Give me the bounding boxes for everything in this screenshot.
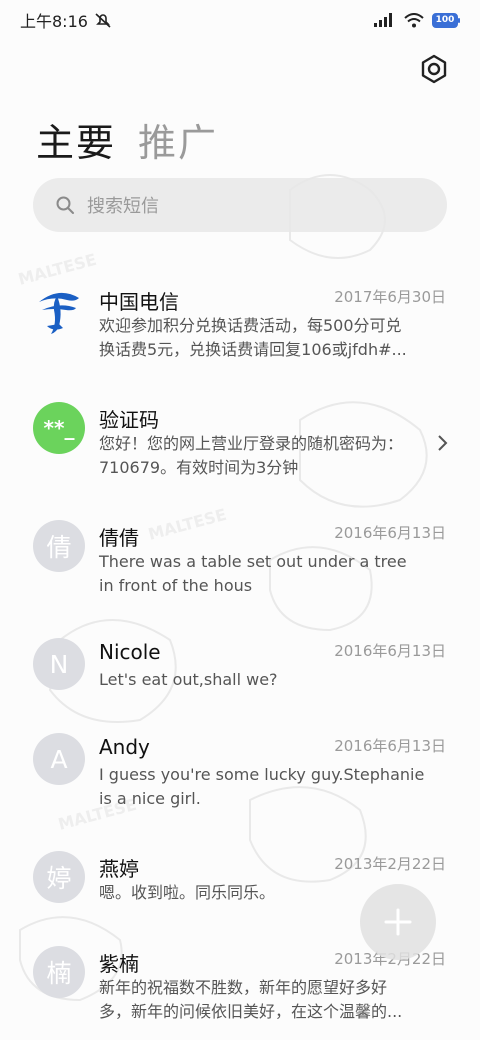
compose-button[interactable] [360, 884, 436, 960]
preview-line: 新年的祝福数不胜数，新年的愿望好多好 [99, 978, 388, 997]
preview-line: in front of the hous [99, 576, 253, 595]
avatar: 楠 [33, 946, 85, 998]
search-icon [56, 196, 74, 214]
conversation-preview: 新年的祝福数不胜数，新年的愿望好多好 多，新年的问候依旧美好，在这个温馨的... [99, 976, 444, 1024]
hexagon-gear-icon [421, 54, 447, 84]
conversation-item[interactable]: N Nicole 2016年6月13日 Let's eat out,shall … [0, 616, 480, 711]
preview-line: is a nice girl. [99, 789, 201, 808]
conversation-preview: 欢迎参加积分兑换话费活动，每500分可兑 换话费5元，兑换话费请回复106或jf… [99, 314, 444, 362]
cellular-signal-icon [374, 13, 392, 27]
conversation-item[interactable]: 倩 倩倩 2016年6月13日 There was a table set ou… [0, 498, 480, 616]
conversation-date: 2016年6月13日 [334, 737, 446, 755]
conversation-item[interactable]: A Andy 2016年6月13日 I guess you're some lu… [0, 711, 480, 829]
wifi-icon [404, 12, 424, 27]
avatar: 倩 [33, 520, 85, 572]
avatar: A [33, 733, 85, 785]
preview-line: There was a table set out under a tree [99, 552, 407, 571]
conversation-item[interactable]: **_ 验证码 您好！您的网上营业厅登录的随机密码为： 710679。有效时间为… [0, 380, 480, 498]
battery-icon: 100 [432, 12, 460, 28]
tab-bar: 主要 推广 [36, 112, 218, 167]
conversation-name: 验证码 [99, 408, 159, 432]
conversation-name: 燕婷 [99, 857, 139, 881]
avatar: N [33, 638, 85, 690]
preview-line: I guess you're some lucky guy.Stephanie [99, 765, 425, 784]
avatar: **_ [33, 402, 85, 454]
conversation-date: 2016年6月13日 [334, 524, 446, 542]
tab-promotions[interactable]: 推广 [138, 112, 218, 167]
conversation-preview: 您好！您的网上营业厅登录的随机密码为： 710679。有效时间为3分钟 [99, 432, 444, 480]
conversation-item[interactable]: 中国电信 2017年6月30日 欢迎参加积分兑换话费活动，每500分可兑 换话费… [0, 262, 480, 380]
conversation-name: Nicole [99, 640, 161, 664]
settings-button[interactable] [418, 53, 450, 85]
conversation-name: 中国电信 [99, 290, 179, 314]
conversation-date: 2013年2月22日 [334, 855, 446, 873]
conversation-name: Andy [99, 735, 150, 759]
search-placeholder: 搜索短信 [87, 196, 159, 217]
conversation-preview: There was a table set out under a tree i… [99, 550, 444, 598]
conversation-name: 倩倩 [99, 526, 139, 550]
status-bar: 上午8:16 100 [0, 0, 480, 40]
conversation-date: 2017年6月30日 [334, 288, 446, 306]
plus-icon [384, 908, 412, 936]
conversation-preview: Let's eat out,shall we? [99, 668, 444, 692]
mute-notification-icon [95, 13, 111, 28]
china-telecom-logo-icon [33, 284, 85, 336]
preview-line: 多，新年的问候依旧美好，在这个温馨的... [99, 1002, 403, 1021]
preview-line: 710679。有效时间为3分钟 [99, 458, 299, 477]
conversation-preview: I guess you're some lucky guy.Stephanie … [99, 763, 444, 811]
conversation-name: 紫楠 [99, 952, 139, 976]
search-input[interactable]: 搜索短信 [33, 178, 447, 232]
preview-line: 您好！您的网上营业厅登录的随机密码为： [99, 434, 404, 453]
avatar: 婷 [33, 851, 85, 903]
preview-line: 欢迎参加积分兑换话费活动，每500分可兑 [99, 316, 402, 335]
tab-primary[interactable]: 主要 [36, 112, 116, 167]
status-time: 上午8:16 [20, 12, 88, 31]
preview-line: Let's eat out,shall we? [99, 670, 278, 689]
preview-line: 换话费5元，兑换话费请回复106或jfdh#... [99, 340, 407, 359]
conversation-date: 2016年6月13日 [334, 642, 446, 660]
